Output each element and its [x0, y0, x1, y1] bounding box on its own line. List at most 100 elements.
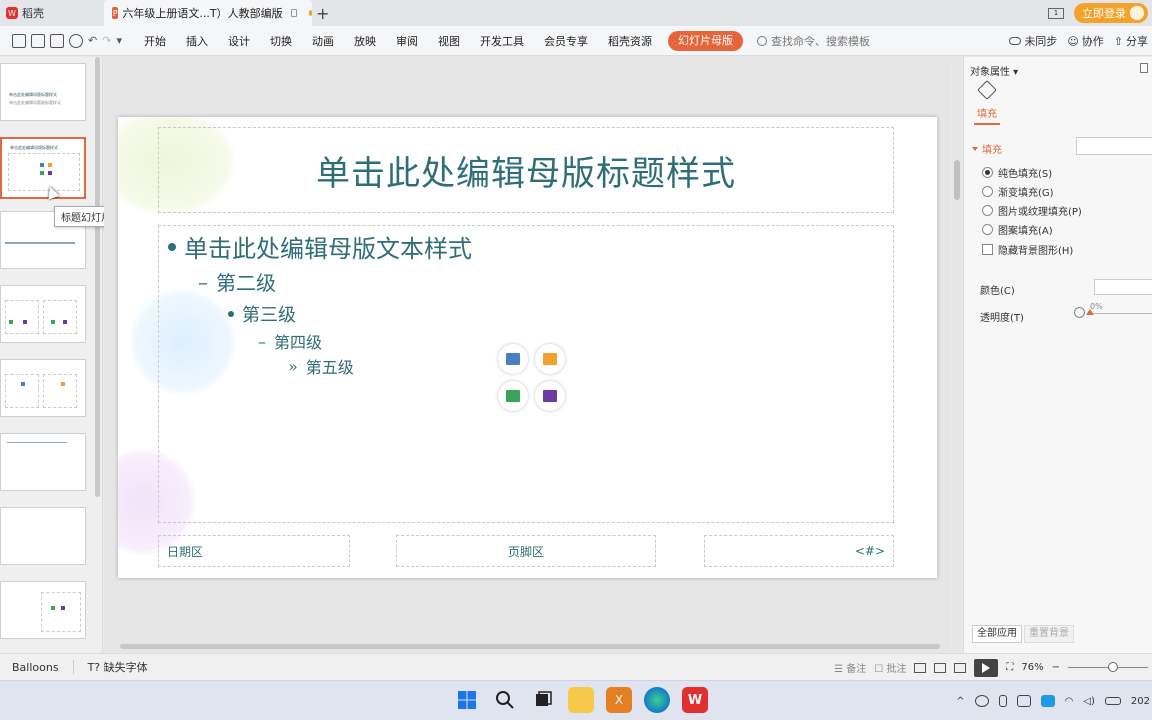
battery-icon[interactable] — [1104, 697, 1121, 705]
windows-start-icon[interactable] — [454, 687, 480, 713]
pattern-fill-option[interactable]: 图案填充(A) — [982, 222, 1053, 237]
slide-title[interactable]: 单击此处编辑母版标题样式 — [158, 127, 894, 213]
tab-view[interactable]: 视图 — [428, 33, 470, 49]
redo-icon[interactable]: ↷ — [102, 34, 111, 47]
window-count-badge[interactable]: 1 — [1048, 7, 1064, 19]
zoom-slider[interactable] — [1068, 662, 1148, 672]
pattern-fill-radio[interactable] — [982, 224, 993, 235]
tab-design[interactable]: 设计 — [218, 33, 260, 49]
undo-icon[interactable]: ↶ — [88, 34, 97, 47]
comments-button[interactable]: ☐ 批注 — [874, 660, 906, 675]
hide-background-option[interactable]: 隐藏背景图形(H) — [982, 242, 1073, 257]
tab-docer-resources[interactable]: 稻壳资源 — [598, 33, 662, 49]
volume-icon[interactable]: ◁) — [1083, 696, 1095, 707]
text-level-2[interactable]: – 第二级 — [198, 267, 276, 296]
text-level-4[interactable]: – 第四级 — [258, 329, 322, 353]
tab-start[interactable]: 开始 — [134, 33, 176, 49]
sync-tray-icon[interactable] — [974, 695, 989, 707]
sync-button[interactable]: 未同步 — [1009, 33, 1057, 49]
horizontal-scroll-thumb[interactable] — [120, 644, 940, 649]
insert-picture-icon[interactable] — [498, 344, 528, 374]
tab-fill[interactable]: 填充 — [974, 80, 1000, 125]
tab-slide-master[interactable]: 幻灯片母版 — [667, 30, 743, 51]
xmind-app-icon[interactable]: X — [606, 687, 632, 713]
tab-slideshow[interactable]: 放映 — [344, 33, 386, 49]
login-button[interactable]: 立即登录 — [1074, 3, 1148, 23]
vertical-scroll-thumb[interactable] — [954, 160, 960, 200]
show-hidden-icons-icon[interactable]: ^ — [956, 696, 964, 707]
microphone-icon[interactable] — [998, 695, 1007, 707]
window-mode-icon[interactable] — [290, 9, 297, 17]
solid-fill-option[interactable]: 纯色填充(S) — [982, 165, 1052, 180]
text-level-1[interactable]: 单击此处编辑母版文本样式 — [168, 229, 472, 264]
normal-view-icon[interactable] — [914, 662, 927, 673]
zoom-out-button[interactable]: − — [1052, 662, 1060, 673]
hide-background-checkbox[interactable] — [982, 244, 993, 255]
fill-section-header[interactable]: 填充 — [972, 141, 1002, 156]
decrease-icon[interactable] — [1074, 307, 1085, 318]
gradient-fill-radio[interactable] — [982, 186, 993, 197]
collaborate-button[interactable]: ☺ 协作 — [1067, 33, 1103, 49]
insert-chart-icon[interactable] — [535, 344, 565, 374]
theme-name[interactable]: Balloons — [12, 661, 59, 674]
zoom-level[interactable]: 76% — [1021, 662, 1043, 673]
play-slideshow-button[interactable] — [974, 658, 999, 677]
picture-texture-fill-option[interactable]: 图片或纹理填充(P) — [982, 203, 1082, 218]
color-picker[interactable] — [1094, 279, 1152, 295]
tab-developer[interactable]: 开发工具 — [470, 33, 534, 49]
menu-icon[interactable] — [12, 33, 26, 48]
insert-table-icon[interactable] — [498, 381, 528, 411]
zoom-slider-knob[interactable] — [1108, 662, 1118, 672]
panel-header[interactable]: 对象属性 ▾ — [970, 63, 1018, 78]
horizontal-scrollbar[interactable] — [108, 642, 944, 650]
pin-icon[interactable] — [1140, 63, 1148, 73]
fit-window-icon[interactable]: ⛶ — [1006, 662, 1013, 673]
transparency-slider[interactable]: 0% — [1074, 302, 1152, 319]
gradient-fill-option[interactable]: 渐变填充(G) — [982, 184, 1054, 199]
slide-sorter-icon[interactable] — [934, 662, 947, 673]
thumbnail-master[interactable]: 单击此处编辑母版标题样式 单击此处编辑母版副标题样式 — [0, 63, 86, 121]
search-icon[interactable] — [492, 687, 518, 713]
clock[interactable]: 202 — [1131, 696, 1150, 707]
vertical-scrollbar[interactable] — [952, 57, 962, 653]
slide-number-placeholder[interactable]: <#> — [704, 535, 894, 567]
tab-insert[interactable]: 插入 — [176, 33, 218, 49]
qq-tray-icon[interactable] — [1040, 695, 1055, 707]
wps-office-icon[interactable]: W — [682, 687, 708, 713]
file-explorer-icon[interactable] — [568, 687, 594, 713]
input-method-icon[interactable] — [1016, 695, 1031, 707]
thumbnail-layout-7[interactable] — [0, 507, 86, 565]
solid-fill-radio[interactable] — [982, 167, 993, 178]
command-search[interactable]: 查找命令、搜索模板 — [756, 33, 870, 49]
thumbnail-layout-5[interactable] — [0, 359, 86, 417]
thumbnail-layout-4[interactable] — [0, 285, 86, 343]
edge-browser-icon[interactable] — [644, 687, 670, 713]
picture-fill-radio[interactable] — [982, 205, 993, 216]
slider-track[interactable] — [1090, 313, 1152, 314]
thumbnail-title-layout[interactable]: 单击此处编辑母版标题样式 — [0, 137, 86, 199]
share-button[interactable]: ⇧ 分享 — [1114, 33, 1148, 49]
date-placeholder[interactable]: 日期区 — [158, 535, 350, 567]
footer-placeholder[interactable]: 页脚区 — [396, 535, 656, 567]
text-level-5[interactable]: » 第五级 — [288, 354, 354, 378]
document-tab[interactable]: P 六年级上册语文...T）人教部编版 — [104, 0, 312, 26]
slider-knob[interactable] — [1086, 309, 1094, 315]
slide-thumbnail-pane[interactable]: 单击此处编辑母版标题样式 单击此处编辑母版副标题样式 单击此处编辑母版标题样式 — [0, 57, 103, 653]
thumbnail-scrollbar[interactable] — [95, 57, 100, 497]
notes-button[interactable]: ☰ 备注 — [834, 660, 866, 675]
print-icon[interactable] — [50, 33, 64, 48]
preview-icon[interactable] — [69, 33, 83, 48]
tab-member[interactable]: 会员专享 — [534, 33, 598, 49]
apply-all-button[interactable]: 全部应用 — [972, 625, 1022, 643]
tab-transition[interactable]: 切换 — [260, 33, 302, 49]
reading-view-icon[interactable] — [954, 662, 967, 673]
reset-background-button[interactable]: 重置背景 — [1024, 625, 1074, 643]
save-icon[interactable] — [31, 33, 45, 48]
text-level-3[interactable]: 第三级 — [228, 301, 296, 327]
insert-video-icon[interactable] — [535, 381, 565, 411]
thumbnail-layout-6[interactable] — [0, 433, 86, 491]
tab-review[interactable]: 审阅 — [386, 33, 428, 49]
missing-font-button[interactable]: T? 缺失字体 — [88, 659, 148, 675]
task-view-icon[interactable] — [530, 687, 556, 713]
thumbnail-layout-8[interactable] — [0, 581, 86, 639]
